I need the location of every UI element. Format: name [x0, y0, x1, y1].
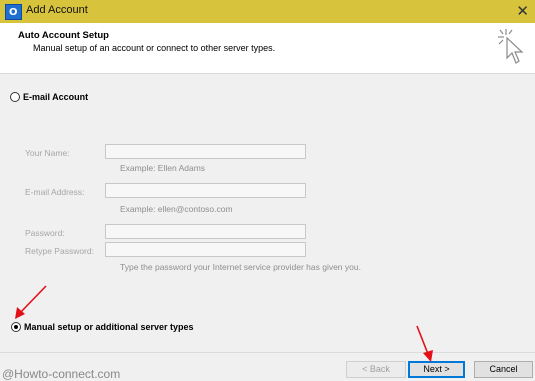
arrow-to-next-button	[416, 325, 433, 362]
arrow-to-manual-setup	[15, 285, 47, 319]
annotation-arrows	[15, 285, 433, 362]
